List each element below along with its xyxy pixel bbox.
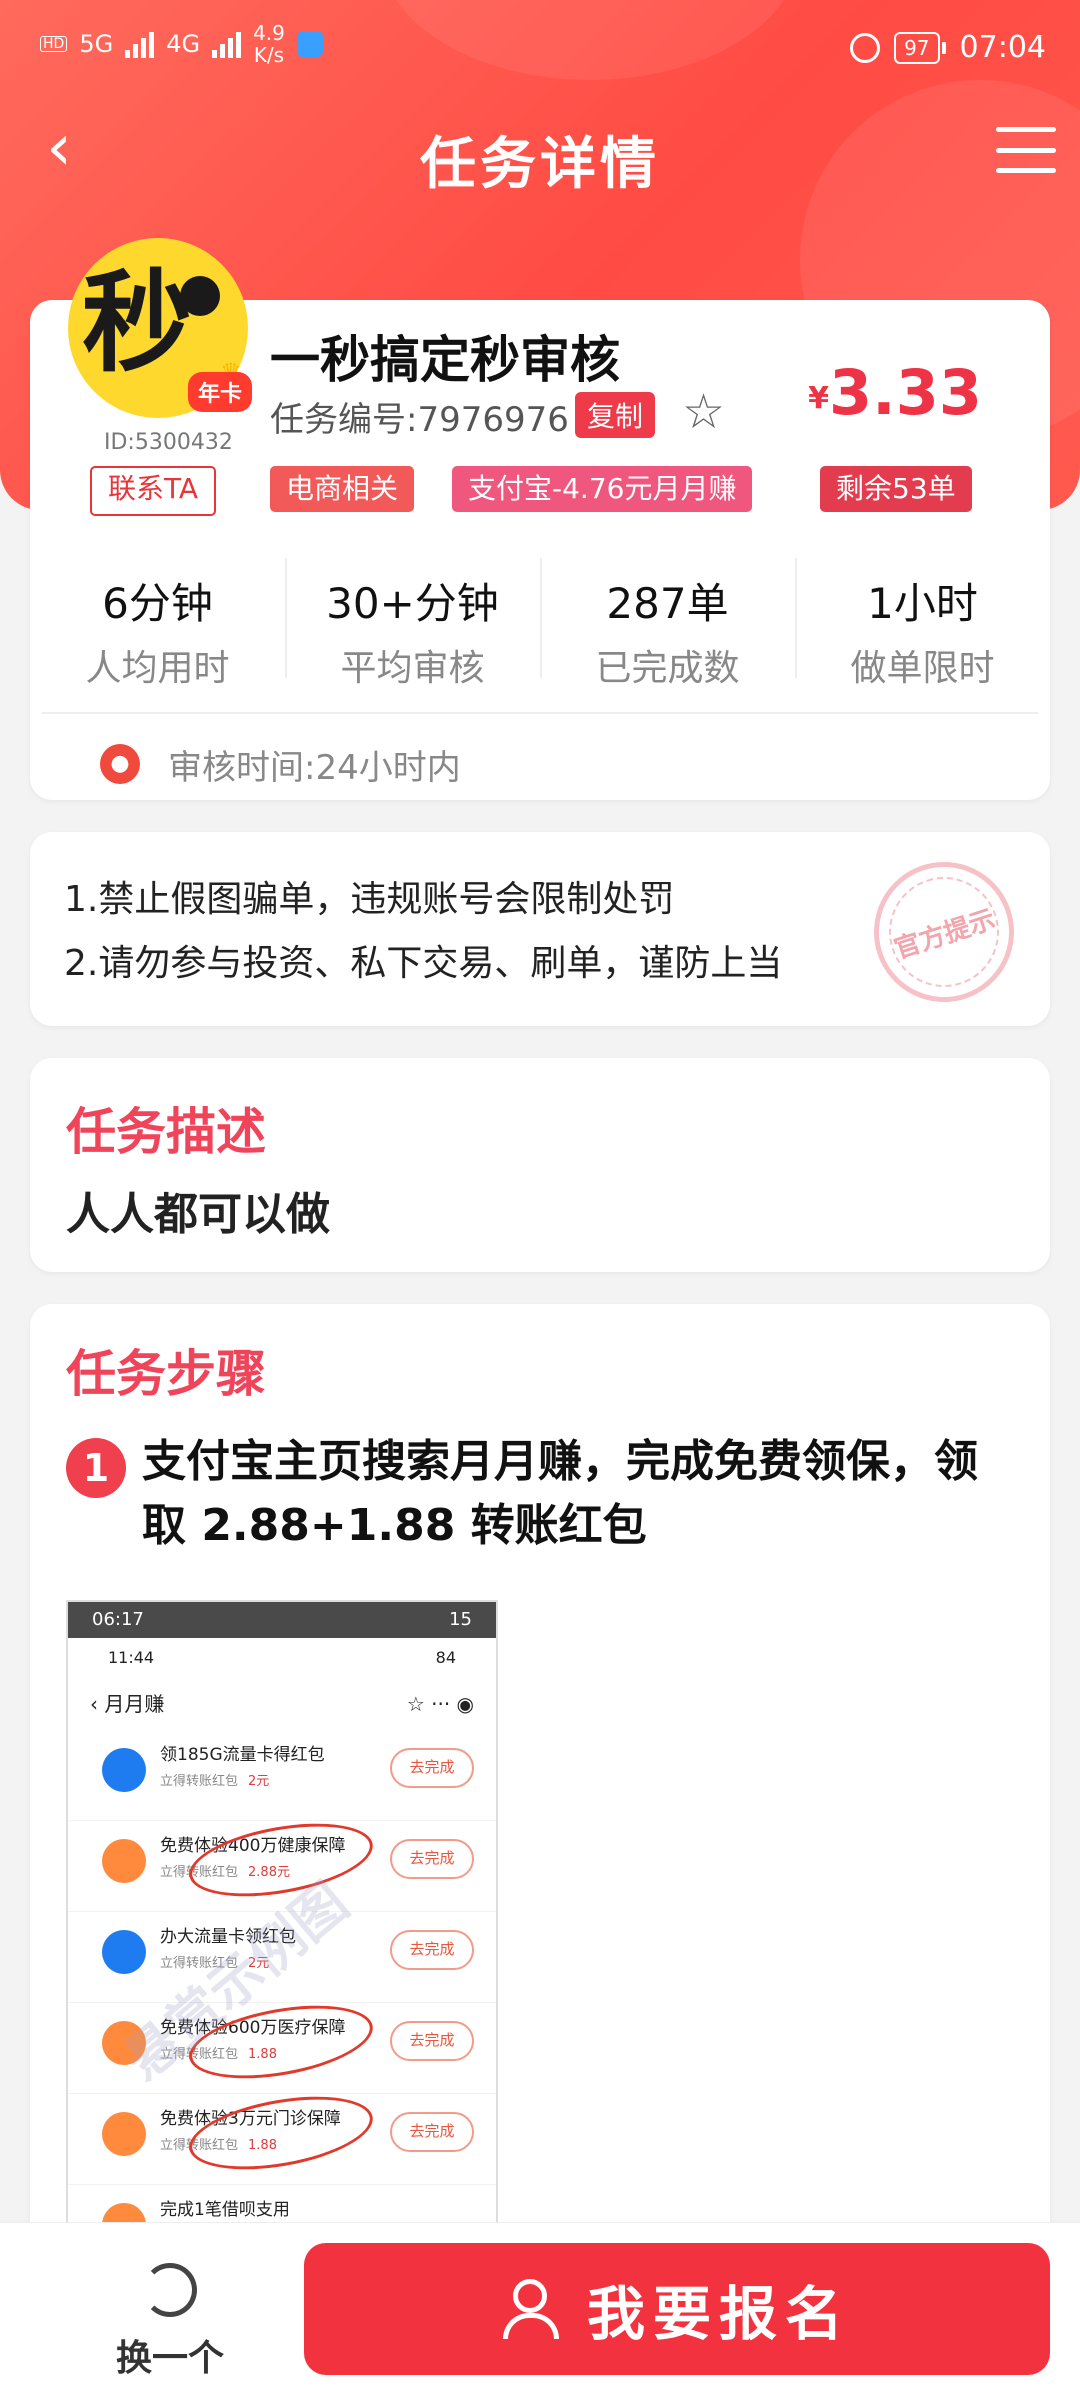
screenshot-nav: ‹ 月月赚 ☆ ··· ◉ (90, 1692, 474, 1716)
refresh-icon (143, 2263, 197, 2317)
clock: 07:04 (959, 30, 1046, 65)
task-steps-card: 任务步骤 1 支付宝主页搜索月月赚，完成免费领保，领取 2.88+1.88 转账… (30, 1304, 1050, 2304)
task-info-card: 秒 ♛ 年卡 ID:5300432 一秒搞定秒审核 任务编号:7976976 复… (30, 238, 1050, 800)
swap-label: 换一个 (115, 2338, 224, 2379)
screenshot-inner-status: 11:44 84 (108, 1648, 456, 1667)
stat-completed: 287单 已完成数 (540, 548, 795, 689)
tag-remaining: 剩余53单 (820, 466, 972, 512)
tag-category: 电商相关 (270, 466, 415, 512)
step-number: 1 (66, 1438, 126, 1498)
top-bar: ‹ 任务详情 (0, 105, 1080, 197)
screenshot-status-bar: 06:17 15 (68, 1602, 496, 1638)
stat-avg-time: 6分钟 人均用时 (85, 579, 230, 689)
official-stamp: 官方提示 (855, 843, 1033, 1021)
task-description-card: 任务描述 人人都可以做 (30, 1058, 1050, 1272)
stat-time-limit: 1小时 做单限时 (795, 548, 1050, 689)
tag-platform: 支付宝-4.76元月月赚 (452, 466, 753, 512)
signal-icon-2 (212, 30, 242, 58)
coin-icon (180, 276, 220, 316)
signal-icon (125, 30, 155, 58)
divider (42, 712, 1038, 714)
network-4g-label: 4G (166, 30, 201, 58)
battery-icon: 97 (894, 31, 946, 64)
annual-card-badge: 年卡 (188, 372, 253, 412)
notice-line-2: 2.请勿参与投资、私下交易、刷单，谨防上当 (64, 943, 783, 984)
step-text: 支付宝主页搜索月月赚，完成免费领保，领取 2.88+1.88 转账红包 (142, 1436, 978, 1551)
user-icon (502, 2279, 559, 2339)
review-time: ● 审核时间:24小时内 (100, 738, 461, 790)
official-notice-card: 1.禁止假图骗单，违规账号会限制处罚 2.请勿参与投资、私下交易、刷单，谨防上当… (30, 832, 1050, 1026)
swap-button[interactable]: 换一个 (100, 2263, 240, 2381)
task-price: ¥3.33 (808, 356, 982, 429)
bottom-action-bar: 换一个 我要报名 (0, 2222, 1080, 2401)
list-item: 免费体验3万元门诊保障 立得转账红包 1.88 去完成 (68, 2084, 496, 2185)
network-5g-label: 5G (79, 30, 114, 58)
step-screenshot[interactable]: 06:17 15 11:44 84 ‹ 月月赚 ☆ ··· ◉ 领185G流量卡… (66, 1600, 498, 2244)
status-bar: HD 5G 4G 4.9 K/s 97 07:04 (0, 0, 1080, 100)
hd-indicator: HD (40, 36, 68, 52)
network-speed: 4.9 K/s (253, 21, 285, 67)
favorite-star-icon[interactable]: ☆ (682, 384, 725, 440)
task-name: 一秒搞定秒审核 (270, 331, 620, 389)
stat-avg-review: 30+分钟 平均审核 (285, 548, 540, 689)
task-stats: 6分钟 人均用时 30+分钟 平均审核 287单 已完成数 1小时 做单限时 (30, 548, 1050, 689)
description-title: 任务描述 (66, 1103, 266, 1161)
notice-line-1: 1.禁止假图骗单，违规账号会限制处罚 (64, 879, 675, 920)
alarm-icon (850, 32, 881, 63)
steps-title: 任务步骤 (66, 1345, 266, 1403)
signup-button[interactable]: 我要报名 (304, 2243, 1050, 2375)
page-title: 任务详情 (420, 132, 660, 197)
logo-glyph: 秒 (82, 258, 192, 387)
task-number: 任务编号:7976976 (270, 400, 569, 440)
publisher-id: ID:5300432 (104, 430, 233, 455)
stamp-icon: ● (100, 744, 140, 784)
app-notification-icon (296, 31, 323, 57)
menu-button[interactable] (996, 127, 1056, 173)
copy-button[interactable]: 复制 (575, 392, 656, 438)
list-item: 领185G流量卡得红包 立得转账红包 2元 去完成 (68, 1730, 496, 1821)
contact-button[interactable]: 联系TA (90, 466, 217, 516)
tag-row: 联系TA 电商相关 支付宝-4.76元月月赚 剩余53单 (90, 466, 1020, 516)
description-body: 人人都可以做 (66, 1189, 330, 1240)
signup-label: 我要报名 (586, 2280, 851, 2348)
